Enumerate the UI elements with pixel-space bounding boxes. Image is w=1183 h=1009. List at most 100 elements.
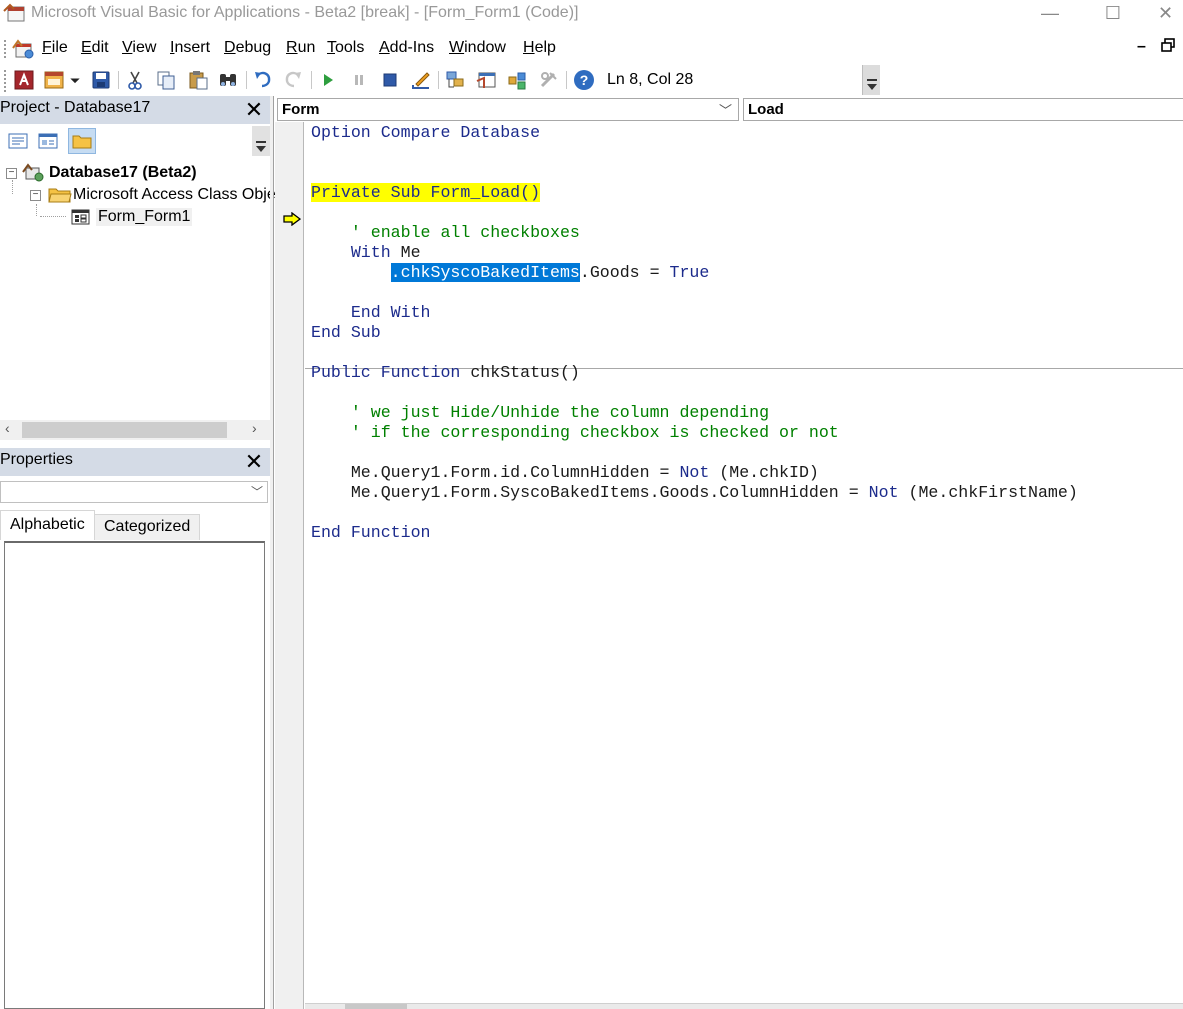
tree-node-form-form1[interactable]: Form_Form1 [70, 206, 193, 228]
code-line-16: ' if the corresponding checkbox is check… [311, 423, 839, 442]
folder-icon [48, 188, 72, 203]
menu-window[interactable]: Window [449, 39, 506, 57]
project-horizontal-scrollbar[interactable]: ‹ › [0, 420, 270, 440]
view-code-icon[interactable] [4, 128, 32, 154]
code-line-18: Me.Query1.Form.id.ColumnHidden = Not (Me… [311, 463, 819, 482]
redo-icon[interactable] [281, 68, 305, 92]
scroll-thumb[interactable] [22, 422, 227, 438]
insert-userform-icon[interactable] [42, 68, 66, 92]
object-dropdown-value: Form [282, 101, 320, 118]
code-line-15: ' we just Hide/Unhide the column dependi… [311, 403, 770, 422]
undo-icon[interactable] [251, 68, 275, 92]
properties-pane: Properties ✕ ﹀ Alphabetic Categorized [0, 448, 270, 1009]
form-module-icon [71, 209, 90, 225]
code-line-11: End Sub [311, 323, 381, 342]
project-pane-header: Project - Database17 ✕ [0, 96, 270, 124]
chevron-down-icon: ﹀ [250, 485, 263, 499]
execution-highlight: Private Sub Form_Load() [311, 183, 541, 202]
menu-bar: File Edit View Insert Debug Run Tools Ad… [0, 34, 1183, 64]
code-scroll-thumb[interactable] [345, 1004, 407, 1009]
project-pane-title: Project - Database17 [0, 99, 151, 116]
tree-label-project: Database17 (Beta2) [49, 164, 197, 181]
code-line-4: Private Sub Form_Load() [311, 183, 541, 203]
vba-project-icon [22, 163, 44, 182]
find-icon[interactable] [216, 68, 240, 92]
tree-label-folder: Microsoft Access Class Obje [73, 186, 276, 203]
tab-categorized[interactable]: Categorized [94, 514, 201, 540]
project-explorer-icon[interactable] [443, 68, 467, 92]
vba-app-icon[interactable] [2, 3, 28, 23]
object-dropdown[interactable]: Form ﹀ [277, 98, 739, 121]
tree-label-form-form1: Form_Form1 [96, 208, 193, 226]
code-line-13: Public Function chkStatus() [311, 363, 580, 382]
menu-edit[interactable]: Edit [81, 39, 109, 57]
toolbar-grip[interactable] [4, 70, 8, 92]
code-line-19: Me.Query1.Form.SyscoBakedItems.Goods.Col… [311, 483, 1078, 502]
code-line-6: ' enable all checkboxes [311, 223, 580, 242]
object-browser-icon[interactable] [505, 68, 529, 92]
mdi-restore-button[interactable] [1160, 37, 1176, 53]
tree-node-project[interactable]: Database17 (Beta2) [22, 162, 197, 184]
scroll-left-arrow[interactable]: ‹ [5, 420, 10, 436]
tree-node-folder[interactable]: Microsoft Access Class Obje [48, 184, 276, 206]
toggle-folders-icon[interactable] [68, 128, 96, 154]
break-icon[interactable] [347, 68, 371, 92]
copy-icon[interactable] [154, 68, 178, 92]
code-line-7: With Me [311, 243, 421, 262]
toolbar-options-button[interactable] [862, 65, 880, 95]
standard-toolbar: ? Ln 8, Col 28 [0, 64, 880, 96]
properties-window-icon[interactable] [474, 68, 498, 92]
menu-file[interactable]: File [42, 39, 68, 57]
project-toolbar-options[interactable] [252, 126, 270, 156]
window-maximize-button[interactable]: ☐ [1083, 0, 1143, 26]
properties-grid[interactable] [4, 541, 265, 1009]
window-minimize-button[interactable]: — [1020, 0, 1080, 26]
code-line-1: Option Compare Database [311, 123, 541, 142]
properties-object-dropdown[interactable]: ﹀ [0, 481, 268, 503]
menu-insert[interactable]: Insert [170, 39, 210, 57]
toolbox-icon[interactable] [537, 68, 561, 92]
code-line-8: .chkSyscoBakedItems.Goods = True [390, 263, 710, 282]
help-icon[interactable]: ? [572, 68, 596, 92]
properties-pane-title: Properties [0, 451, 73, 468]
paste-icon[interactable] [186, 68, 210, 92]
menubar-grip[interactable] [4, 40, 8, 58]
menu-help[interactable]: Help [523, 39, 556, 57]
save-icon[interactable] [89, 68, 113, 92]
tree-collapse-root[interactable]: − [6, 168, 17, 179]
code-editor[interactable]: Option Compare Database Private Sub Form… [305, 122, 1183, 1003]
access-view-icon[interactable] [12, 68, 36, 92]
menu-add-ins[interactable]: Add-Ins [379, 39, 434, 57]
text-selection: .chkSyscoBakedItems [390, 263, 580, 282]
tab-alphabetic[interactable]: Alphabetic [0, 510, 95, 540]
cursor-position-indicator: Ln 8, Col 28 [607, 71, 694, 88]
menu-tools[interactable]: Tools [327, 39, 364, 57]
svg-text:?: ? [580, 72, 589, 88]
view-object-icon[interactable] [34, 128, 62, 154]
run-icon[interactable] [316, 68, 340, 92]
reset-icon[interactable] [378, 68, 402, 92]
insert-dropdown-icon[interactable] [66, 68, 84, 92]
cut-icon[interactable] [123, 68, 147, 92]
scroll-right-arrow[interactable]: › [252, 420, 257, 436]
tree-collapse-folder[interactable]: − [30, 190, 41, 201]
menu-view[interactable]: View [122, 39, 156, 57]
project-toolbar [0, 126, 270, 156]
menu-debug[interactable]: Debug [224, 39, 271, 57]
mdi-minimize-button[interactable]: – [1137, 38, 1146, 56]
title-bar: Microsoft Visual Basic for Applications … [0, 0, 1183, 26]
execution-pointer-icon [283, 212, 301, 226]
project-pane-close-button[interactable]: ✕ [243, 98, 265, 122]
design-mode-icon[interactable] [409, 68, 433, 92]
procedure-dropdown-value: Load [748, 101, 784, 118]
margin-indicator-bar[interactable] [275, 122, 304, 1009]
properties-pane-close-button[interactable]: ✕ [243, 450, 265, 474]
procedure-dropdown[interactable]: Load [743, 98, 1183, 121]
code-horizontal-scrollbar[interactable] [305, 1003, 1183, 1009]
code-window: Form ﹀ Load Option Compare Database Priv… [275, 96, 1183, 1009]
pane-splitter[interactable] [270, 96, 274, 1009]
project-explorer-pane: Project - Database17 ✕ − Database17 (Bet… [0, 96, 276, 446]
menu-run[interactable]: Run [286, 39, 315, 57]
window-close-button[interactable]: ✕ [1148, 0, 1183, 26]
vba-menu-icon[interactable] [12, 38, 36, 60]
